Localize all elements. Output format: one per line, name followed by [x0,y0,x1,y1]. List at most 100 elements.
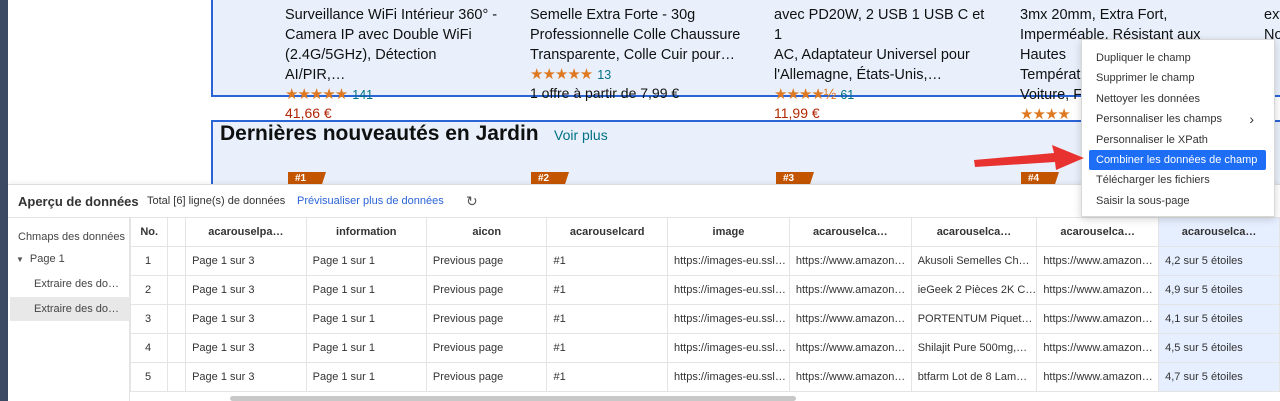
table-cell[interactable] [167,274,187,305]
table-cell[interactable]: https://www.amazon… [1036,303,1160,334]
table-cell[interactable]: #1 [546,245,668,276]
table-cell[interactable]: Previous page [425,332,548,363]
table-cell[interactable]: 4,7 sur 5 étoiles [1158,361,1280,392]
column-header[interactable]: acarouselca… [1036,218,1160,247]
column-header[interactable]: aicon [425,218,548,247]
table-cell[interactable]: 4,9 sur 5 étoiles [1158,274,1280,305]
sidebar-item-page[interactable]: ▼ Page 1 [16,253,65,265]
table-cell[interactable]: https://www.amazon… [1036,274,1160,305]
table-cell[interactable]: https://www.amazon… [788,245,912,276]
table-cell[interactable]: #1 [546,274,668,305]
column-header[interactable]: acarouselca… [1158,218,1280,247]
product-card[interactable]: Surveillance WiFi Intérieur 360° - Camer… [285,5,500,122]
column-header[interactable]: information [305,218,427,247]
table-cell[interactable]: Page 1 sur 1 [305,245,427,276]
product-card[interactable]: Semelle Extra Forte - 30g Professionnell… [530,5,745,102]
menu-item[interactable]: Nettoyer les données [1082,89,1274,109]
table-cell[interactable]: Page 1 sur 3 [185,332,307,363]
table-cell[interactable]: Previous page [425,361,548,392]
product-title[interactable]: Surveillance WiFi Intérieur 360° - Camer… [285,5,500,85]
table-cell[interactable]: https://images-eu.ssl… [666,274,790,305]
menu-item-label: Personnaliser le XPath [1096,133,1208,146]
column-header[interactable]: acarouselpa… [185,218,307,247]
table-cell[interactable] [167,361,187,392]
menu-item[interactable]: Combiner les données de champ [1089,149,1266,171]
table-row[interactable]: 4 Page 1 sur 3 Page 1 sur 1 Previous page #1… [130,332,1280,363]
column-header[interactable] [167,218,187,247]
table-cell[interactable]: Page 1 sur 1 [305,274,427,305]
table-cell[interactable]: https://www.amazon… [788,303,912,334]
menu-item[interactable]: Saisir la sous-page [1082,191,1274,211]
table-cell[interactable]: #1 [546,332,668,363]
table-cell[interactable]: 4,2 sur 5 étoiles [1158,245,1280,276]
table-cell[interactable]: https://images-eu.ssl… [666,361,790,392]
table-cell[interactable]: https://www.amazon… [1036,332,1160,363]
table-cell[interactable] [167,303,187,334]
table-cell[interactable]: Page 1 sur 1 [305,361,427,392]
product-title[interactable]: Semelle Extra Forte - 30g Professionnell… [530,5,745,65]
table-cell[interactable]: Page 1 sur 1 [305,303,427,334]
refresh-icon[interactable]: ↻ [466,193,478,210]
table-cell[interactable]: Akusoli Semelles Ch… [910,245,1038,276]
table-cell[interactable]: https://images-eu.ssl… [666,332,790,363]
rating-count[interactable]: 61 [840,85,854,105]
menu-item[interactable]: Télécharger les fichiers [1082,170,1274,190]
table-cell[interactable]: Previous page [425,303,548,334]
column-header[interactable]: acarouselca… [788,218,912,247]
column-header[interactable]: No. [130,218,169,247]
table-cell[interactable]: 4,1 sur 5 étoiles [1158,303,1280,334]
table-cell[interactable]: #1 [546,303,668,334]
table-cell[interactable]: Page 1 sur 3 [185,361,307,392]
menu-item[interactable]: Personnaliser le XPath [1082,130,1274,150]
product-rating[interactable]: ★★★★★ 141 [285,85,500,104]
sidebar-item-extract-2[interactable]: Extraire des do… [10,297,130,321]
table-cell[interactable]: Page 1 sur 3 [185,274,307,305]
sidebar-item-extract-1[interactable]: Extraire des do… [34,278,119,290]
table-cell[interactable]: 2 [130,274,169,305]
product-rating[interactable]: ★★★★½ 61 [774,85,989,104]
table-cell[interactable]: PORTENTUM Piquet… [910,303,1038,334]
table-cell[interactable]: Previous page [425,245,548,276]
product-title[interactable]: avec PD20W, 2 USB 1 USB C et 1 AC, Adapt… [774,5,989,85]
column-header[interactable]: image [666,218,790,247]
table-cell[interactable]: https://images-eu.ssl… [666,245,790,276]
product-card[interactable]: avec PD20W, 2 USB 1 USB C et 1 AC, Adapt… [774,5,989,122]
table-cell[interactable] [167,332,187,363]
table-cell[interactable]: https://www.amazon… [1036,361,1160,392]
table-cell[interactable]: Page 1 sur 1 [305,332,427,363]
menu-item[interactable]: Dupliquer le champ [1082,48,1274,68]
table-cell[interactable]: Page 1 sur 3 [185,245,307,276]
rating-count[interactable]: 13 [597,65,611,85]
menu-item[interactable]: Personnaliser les champs › [1082,109,1274,129]
table-row[interactable]: 3 Page 1 sur 3 Page 1 sur 1 Previous page #1… [130,303,1280,334]
table-row[interactable]: 2 Page 1 sur 3 Page 1 sur 1 Previous page #1… [130,274,1280,305]
table-cell[interactable]: https://images-eu.ssl… [666,303,790,334]
table-cell[interactable]: https://www.amazon… [788,361,912,392]
table-cell[interactable]: https://www.amazon… [788,274,912,305]
horizontal-scrollbar[interactable] [230,396,796,401]
preview-more-link[interactable]: Prévisualiser plus de données [297,195,444,207]
table-cell[interactable]: 1 [130,245,169,276]
table-cell[interactable]: Shilajit Pure 500mg,… [910,332,1038,363]
table-cell[interactable]: ieGeek 2 Pièces 2K C… [910,274,1038,305]
table-cell[interactable]: #1 [546,361,668,392]
column-header[interactable]: acarouselcard [546,218,668,247]
product-rating[interactable]: ★★★★★ 13 [530,65,745,84]
table-cell[interactable]: https://www.amazon… [788,332,912,363]
table-cell[interactable]: Page 1 sur 3 [185,303,307,334]
rating-count[interactable]: 141 [352,85,373,105]
table-cell[interactable]: 5 [130,361,169,392]
column-header[interactable]: acarouselca… [910,218,1038,247]
table-cell[interactable] [167,245,187,276]
table-cell[interactable]: 3 [130,303,169,334]
table-cell[interactable]: https://www.amazon… [1036,245,1160,276]
caret-down-icon[interactable]: ▼ [16,255,24,264]
table-cell[interactable]: 4,5 sur 5 étoiles [1158,332,1280,363]
table-row[interactable]: 1 Page 1 sur 3 Page 1 sur 1 Previous page #1… [130,245,1280,276]
see-more-link[interactable]: Voir plus [554,127,608,143]
menu-item[interactable]: Supprimer le champ [1082,68,1274,88]
table-row[interactable]: 5 Page 1 sur 3 Page 1 sur 1 Previous page #1… [130,361,1280,392]
table-cell[interactable]: Previous page [425,274,548,305]
table-cell[interactable]: 4 [130,332,169,363]
table-cell[interactable]: btfarm Lot de 8 Lam… [910,361,1038,392]
